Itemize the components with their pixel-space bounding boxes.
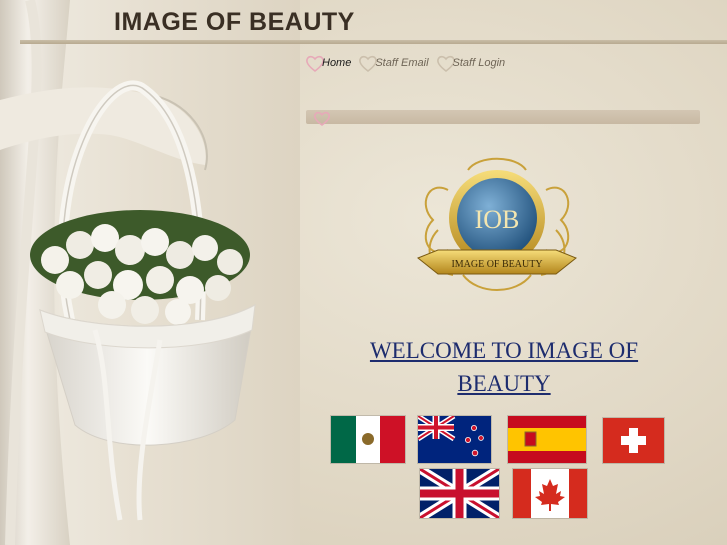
hero-image [0, 0, 300, 545]
header-divider [20, 40, 727, 44]
heart-icon [314, 111, 330, 126]
nav-staff-email-label: Staff Email [375, 57, 429, 69]
flag-new-zealand[interactable] [418, 416, 491, 463]
nav-staff-login[interactable]: Staff Login [435, 52, 506, 74]
site-title: IMAGE OF BEAUTY [114, 8, 355, 36]
flag-united-kingdom[interactable] [420, 469, 499, 518]
nav-staff-email[interactable]: Staff Email [357, 52, 429, 74]
welcome-line-1: WELCOME TO IMAGE OF [369, 338, 639, 363]
welcome-line-2: BEAUTY [457, 371, 551, 396]
nav-staff-login-label: Staff Login [452, 57, 506, 69]
emblem-banner-text: IMAGE OF BEAUTY [451, 259, 542, 270]
main-nav: Home Staff Email Staff Login [304, 50, 511, 76]
welcome-heading[interactable]: WELCOME TO IMAGE OF BEAUTY [330, 334, 678, 400]
flag-spain[interactable] [508, 416, 586, 463]
bride-basket-illustration [0, 0, 256, 545]
emblem-initials: IOB [475, 205, 520, 234]
flag-canada[interactable] [513, 469, 587, 518]
flag-mexico[interactable] [331, 416, 405, 463]
nav-home[interactable]: Home [304, 52, 351, 74]
ribbon-bar [306, 110, 700, 124]
flag-switzerland[interactable] [603, 418, 664, 463]
iob-emblem-logo: IOB IMAGE OF BEAUTY [417, 157, 577, 291]
nav-home-label: Home [322, 57, 352, 69]
